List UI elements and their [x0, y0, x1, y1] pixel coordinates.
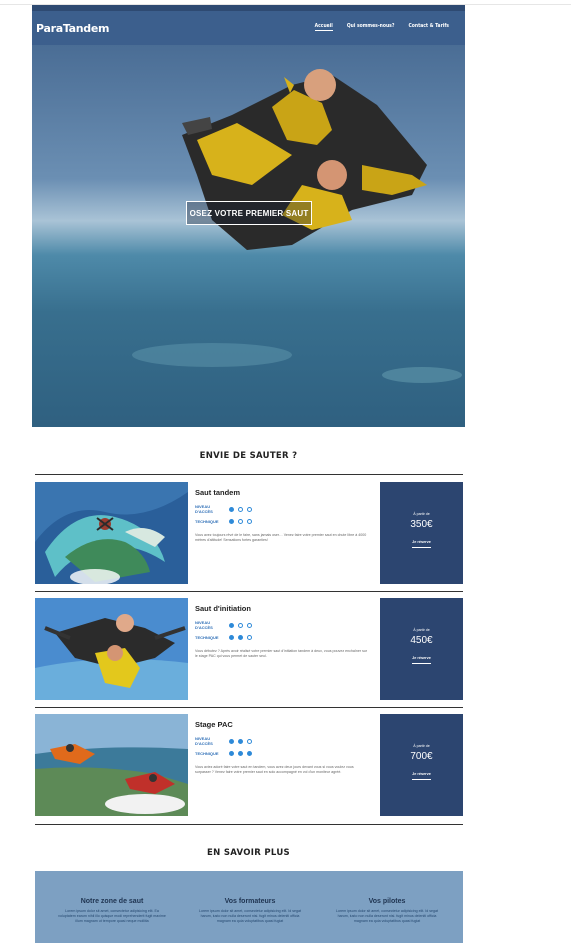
level-dot-filled — [229, 518, 234, 524]
reserve-button[interactable]: Je réserve — [412, 772, 431, 780]
divider — [35, 591, 463, 592]
level-dot-empty — [247, 738, 252, 744]
nav-item-qui-sommes-nous[interactable]: Qui sommes-nous? — [347, 23, 395, 31]
nav-item-accueil[interactable]: Accueil — [314, 23, 333, 31]
page: ParaTandem Accueil Qui sommes-nous? Cont… — [32, 5, 465, 427]
access-level-row: NIVEAU D'ACCÈS — [195, 619, 375, 631]
level-dot-filled — [238, 750, 243, 756]
offer-title: Stage PAC — [195, 720, 233, 729]
more-info-panel: Notre zone de saut Lorem ipsum dolor sit… — [35, 871, 463, 943]
price-from-label: À partir de — [413, 628, 430, 632]
reserve-button[interactable]: Je réserve — [412, 656, 431, 664]
access-level-label: NIVEAU D'ACCÈS — [195, 620, 213, 630]
technique-level-row: TECHNIQUE — [195, 631, 375, 643]
technique-label: TECHNIQUE — [195, 750, 219, 756]
offer-info-pac: Stage PAC NIVEAU D'ACCÈS TECHNIQUE Vous … — [195, 720, 375, 775]
level-dot-empty — [238, 518, 243, 524]
info-column-zone: Notre zone de saut Lorem ipsum dolor sit… — [57, 898, 167, 924]
site-logo[interactable]: ParaTandem — [36, 22, 109, 35]
access-level-row: NIVEAU D'ACCÈS — [195, 735, 375, 747]
offer-image-pac — [35, 714, 188, 816]
section-title-envie: ENVIE DE SAUTER ? — [199, 451, 298, 461]
price-value: 700€ — [410, 751, 433, 762]
level-dot-empty — [247, 518, 252, 524]
divider — [35, 824, 463, 825]
level-dot-filled — [238, 634, 243, 640]
info-column-title: Vos formateurs — [224, 898, 276, 905]
price-value: 350€ — [410, 519, 433, 530]
price-box: À partir de 700€ Je réserve — [380, 714, 463, 816]
level-dot-empty — [247, 506, 252, 512]
offer-card-initiation: Saut d'initiation NIVEAU D'ACCÈS TECHNIQ… — [35, 598, 463, 700]
technique-label: TECHNIQUE — [195, 634, 219, 640]
offer-description: Vous avez toujours rêvé de le faire, san… — [195, 533, 367, 542]
offer-info-tandem: Saut tandem NIVEAU D'ACCÈS TECHNIQUE Vou… — [195, 488, 375, 543]
section-title-en-savoir-plus: EN SAVOIR PLUS — [207, 848, 290, 858]
level-dot-empty — [247, 634, 252, 640]
price-from-label: À partir de — [413, 744, 430, 748]
info-column-text: Lorem ipsum dolor sit amet, consectetur … — [58, 909, 166, 923]
level-dot-filled — [247, 750, 252, 756]
reserve-button[interactable]: Je réserve — [412, 540, 431, 548]
technique-level-row: TECHNIQUE — [195, 747, 375, 759]
access-level-row: NIVEAU D'ACCÈS — [195, 503, 375, 515]
level-dot-filled — [229, 622, 234, 628]
level-dot-filled — [229, 506, 234, 512]
price-box: À partir de 350€ Je réserve — [380, 482, 463, 584]
info-column-pilotes: Vos pilotes Lorem ipsum dolor sit amet, … — [332, 898, 442, 924]
divider — [35, 474, 463, 475]
access-level-label: NIVEAU D'ACCÈS — [195, 736, 213, 746]
level-dot-filled — [229, 750, 234, 756]
access-level-label: NIVEAU D'ACCÈS — [195, 504, 213, 514]
nav-item-contact-tarifs[interactable]: Contact & Tarifs — [408, 23, 449, 31]
hero-skydivers-image — [132, 69, 462, 383]
offer-card-tandem: Saut tandem NIVEAU D'ACCÈS TECHNIQUE Vou… — [35, 482, 463, 584]
main-nav: Accueil Qui sommes-nous? Contact & Tarif… — [314, 23, 449, 31]
offer-image-initiation — [35, 598, 188, 700]
offer-card-pac: Stage PAC NIVEAU D'ACCÈS TECHNIQUE Vous … — [35, 714, 463, 816]
hero-cta-button[interactable]: OSEZ VOTRE PREMIER SAUT — [186, 201, 312, 225]
price-box: À partir de 450€ Je réserve — [380, 598, 463, 700]
divider — [35, 707, 463, 708]
hero-banner: OSEZ VOTRE PREMIER SAUT — [32, 45, 465, 427]
level-dot-filled — [229, 634, 234, 640]
level-dot-filled — [229, 738, 234, 744]
offer-description: Vous débutez ? Après avoir réalisé votre… — [195, 649, 368, 658]
technique-level-row: TECHNIQUE — [195, 515, 375, 527]
level-dot-empty — [238, 622, 243, 628]
offer-description: Vous aviez adoré faire votre saut en tan… — [195, 765, 354, 774]
info-column-title: Notre zone de saut — [80, 898, 144, 905]
price-value: 450€ — [410, 635, 433, 646]
site-header: ParaTandem Accueil Qui sommes-nous? Cont… — [32, 11, 465, 45]
level-dot-empty — [238, 506, 243, 512]
price-from-label: À partir de — [413, 512, 430, 516]
level-dot-filled — [238, 738, 243, 744]
info-column-title: Vos pilotes — [368, 898, 406, 905]
info-column-text: Lorem ipsum dolor sit amet, consectetur … — [198, 909, 302, 923]
info-column-text: Lorem ipsum dolor sit amet, consectetur … — [335, 909, 439, 923]
offer-info-initiation: Saut d'initiation NIVEAU D'ACCÈS TECHNIQ… — [195, 604, 375, 659]
info-column-formateurs: Vos formateurs Lorem ipsum dolor sit ame… — [195, 898, 305, 924]
offer-title: Saut d'initiation — [195, 604, 251, 613]
technique-label: TECHNIQUE — [195, 518, 219, 524]
level-dot-empty — [247, 622, 252, 628]
offer-image-tandem — [35, 482, 188, 584]
offer-title: Saut tandem — [195, 488, 241, 497]
